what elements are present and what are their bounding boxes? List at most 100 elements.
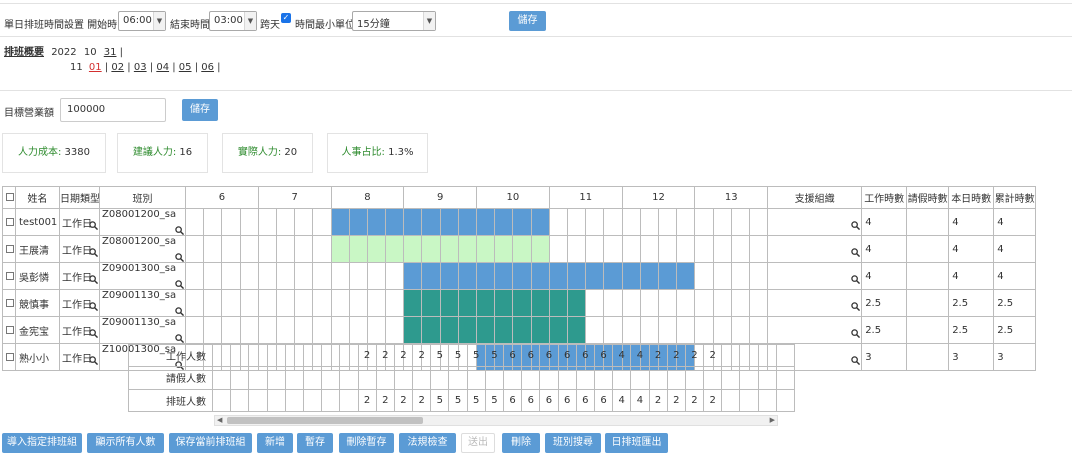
shift-bar-slot[interactable] [512, 262, 532, 291]
time-slot[interactable] [203, 235, 223, 264]
shift-cell[interactable]: Z08001200_sa [99, 235, 186, 264]
time-slot[interactable] [694, 208, 714, 237]
action-button[interactable]: 保存當前排班組 [169, 433, 252, 453]
time-slot[interactable] [585, 289, 605, 318]
time-slot[interactable] [548, 235, 568, 264]
time-slot[interactable] [603, 208, 623, 237]
time-slot[interactable] [676, 208, 696, 237]
shift-bar-slot[interactable] [330, 235, 350, 264]
shift-bar-slot[interactable] [403, 262, 423, 291]
time-slot[interactable] [184, 262, 205, 291]
time-slot[interactable] [184, 289, 205, 318]
shift-bar-slot[interactable] [366, 235, 387, 264]
time-slot[interactable] [548, 208, 568, 237]
time-slot[interactable] [657, 235, 678, 264]
time-slot[interactable] [275, 235, 296, 264]
action-button[interactable]: 法規檢查 [399, 433, 456, 453]
shift-bar-slot[interactable] [530, 235, 550, 264]
time-slot[interactable] [748, 235, 769, 264]
shift-bar-slot[interactable] [566, 289, 587, 318]
date-type-cell[interactable]: 工作日 [59, 208, 100, 237]
time-slot[interactable] [348, 262, 368, 291]
time-slot[interactable] [312, 289, 332, 318]
time-slot[interactable] [385, 289, 405, 318]
search-icon[interactable] [175, 307, 184, 316]
time-slot[interactable] [257, 208, 277, 237]
time-slot[interactable] [312, 316, 332, 345]
time-slot[interactable] [657, 208, 678, 237]
shift-bar-slot[interactable] [639, 262, 659, 291]
support-org-cell[interactable] [767, 289, 863, 318]
action-button[interactable]: 刪除 [502, 433, 540, 453]
shift-bar-slot[interactable] [494, 208, 514, 237]
time-slot[interactable] [275, 208, 296, 237]
time-slot[interactable] [730, 316, 750, 345]
shift-bar-slot[interactable] [457, 316, 478, 345]
time-slot[interactable] [621, 235, 641, 264]
shift-bar-slot[interactable] [457, 235, 478, 264]
action-button[interactable]: 暫存 [297, 433, 333, 453]
time-slot[interactable] [348, 316, 368, 345]
time-slot[interactable] [639, 289, 659, 318]
shift-bar-slot[interactable] [566, 262, 587, 291]
day-link-active[interactable]: 01 [89, 62, 102, 73]
time-slot[interactable] [712, 235, 732, 264]
time-slot[interactable] [294, 262, 314, 291]
time-slot[interactable] [694, 316, 714, 345]
time-slot[interactable] [257, 262, 277, 291]
shift-bar-slot[interactable] [439, 208, 459, 237]
shift-bar-slot[interactable] [548, 289, 568, 318]
action-button[interactable]: 日排班匯出 [605, 433, 668, 453]
time-slot[interactable] [257, 289, 277, 318]
time-slot[interactable] [621, 289, 641, 318]
shift-bar-slot[interactable] [657, 262, 678, 291]
search-icon[interactable] [175, 253, 184, 262]
time-slot[interactable] [694, 289, 714, 318]
time-slot[interactable] [203, 208, 223, 237]
time-slot[interactable] [330, 289, 350, 318]
shift-bar-slot[interactable] [603, 262, 623, 291]
time-slot[interactable] [639, 316, 659, 345]
time-slot[interactable] [639, 235, 659, 264]
date-type-cell[interactable]: 工作日 [59, 316, 100, 345]
time-slot[interactable] [294, 289, 314, 318]
time-slot[interactable] [694, 235, 714, 264]
time-slot[interactable] [239, 316, 259, 345]
day-link[interactable]: 04 [156, 62, 169, 73]
time-slot[interactable] [748, 289, 769, 318]
time-slot[interactable] [748, 208, 769, 237]
shift-bar-slot[interactable] [457, 289, 478, 318]
shift-bar-slot[interactable] [457, 208, 478, 237]
action-button[interactable]: 新增 [257, 433, 293, 453]
row-checkbox[interactable] [6, 244, 14, 253]
time-slot[interactable] [385, 262, 405, 291]
shift-bar-slot[interactable] [585, 262, 605, 291]
search-icon[interactable] [851, 248, 861, 257]
time-slot[interactable] [203, 289, 223, 318]
shift-bar-slot[interactable] [457, 262, 478, 291]
time-slot[interactable] [257, 316, 277, 345]
time-slot[interactable] [748, 262, 769, 291]
time-slot[interactable] [239, 262, 259, 291]
time-slot[interactable] [221, 208, 241, 237]
time-slot[interactable] [603, 289, 623, 318]
time-slot[interactable] [657, 316, 678, 345]
search-icon[interactable] [175, 226, 184, 235]
time-slot[interactable] [566, 208, 587, 237]
shift-bar-slot[interactable] [439, 289, 459, 318]
row-checkbox[interactable] [6, 298, 14, 307]
time-slot[interactable] [184, 316, 205, 345]
row-checkbox[interactable] [6, 352, 14, 361]
time-slot[interactable] [730, 262, 750, 291]
time-slot[interactable] [294, 235, 314, 264]
shift-bar-slot[interactable] [330, 208, 350, 237]
shift-cell[interactable]: Z09001300_sa [99, 262, 186, 291]
time-slot[interactable] [730, 208, 750, 237]
date-type-cell[interactable]: 工作日 [59, 343, 100, 372]
search-icon[interactable] [851, 221, 861, 230]
shift-bar-slot[interactable] [512, 235, 532, 264]
time-slot[interactable] [203, 262, 223, 291]
time-slot[interactable] [694, 262, 714, 291]
end-time-select[interactable]: 03:00 ▼ [209, 11, 257, 31]
time-slot[interactable] [257, 235, 277, 264]
